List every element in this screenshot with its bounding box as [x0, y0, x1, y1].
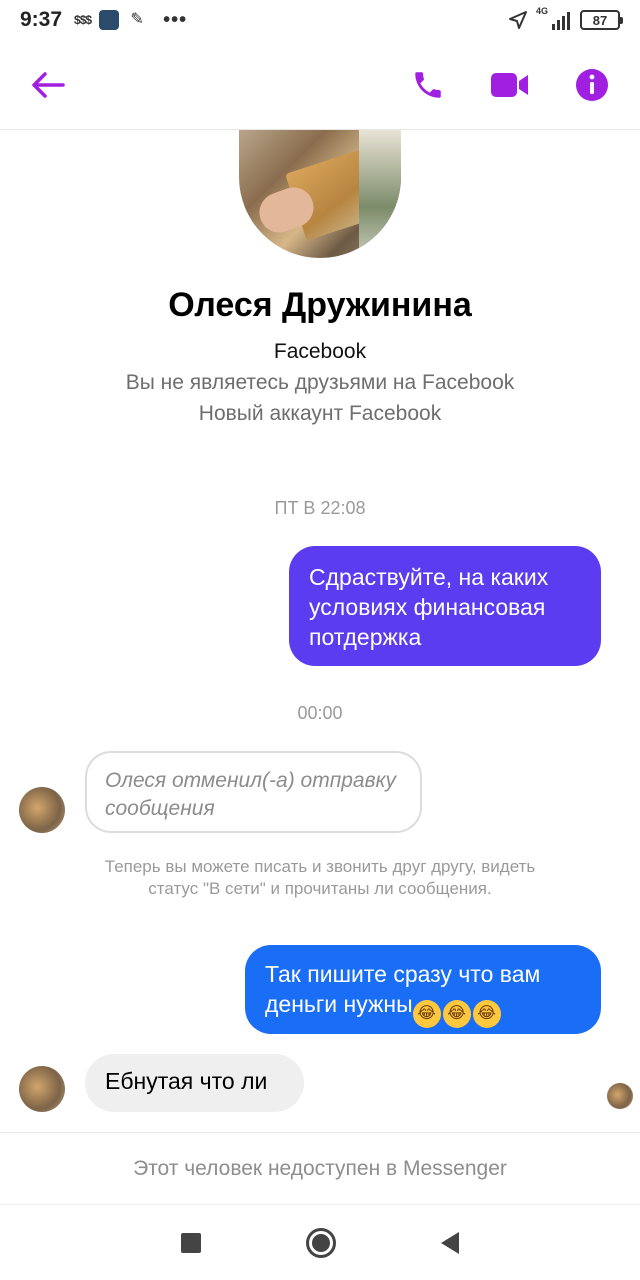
system-note: Теперь вы можете писать и звонить друг д…: [104, 857, 536, 898]
avatar[interactable]: [19, 787, 65, 833]
message-timestamp: 00:00: [297, 703, 343, 723]
back-nav-button[interactable]: [441, 1231, 459, 1254]
message-text: Сдраствуйте, на каких условиях финансова…: [309, 564, 549, 650]
battery-level: 87: [592, 12, 608, 28]
location-arrow-icon: [509, 11, 527, 29]
call-button[interactable]: [408, 65, 448, 105]
status-left-icons: $$$ ✎ •••: [74, 9, 187, 32]
home-button[interactable]: [306, 1227, 336, 1258]
removed-message: Олеся отменил(-а) отправку сообщения: [85, 751, 422, 833]
photo-detail: [359, 130, 401, 258]
profile-friend-status: Вы не являетесь друзьями на Facebook: [125, 371, 515, 394]
avatar[interactable]: [19, 1066, 65, 1112]
more-icon: •••: [163, 8, 188, 31]
header-actions: [408, 65, 612, 105]
status-time: 9:37: [20, 8, 63, 31]
system-nav-bar: [0, 1204, 640, 1280]
app-icon: ✎: [130, 11, 144, 28]
unavailable-notice: Этот человек недоступен в Messenger: [0, 1132, 640, 1204]
info-button[interactable]: [572, 65, 612, 105]
status-bar: 9:37 $$$ ✎ ••• 4G 87: [0, 0, 640, 40]
profile-name: Олеся Дружинина: [168, 286, 472, 324]
signal-icon: 4G: [536, 6, 570, 30]
outgoing-message[interactable]: Так пишите сразу что вам деньги нужны 😂 😂 😂: [245, 945, 601, 1034]
network-label: 4G: [536, 6, 549, 16]
back-arrow-icon: [32, 71, 65, 98]
removed-message-text: Олеся отменил(-а) отправку сообщения: [105, 769, 396, 820]
back-button[interactable]: [28, 65, 68, 105]
read-receipt-avatar: [607, 1083, 633, 1109]
message-timestamp: ПТ В 22:08: [274, 498, 366, 518]
phone-icon: [415, 71, 441, 98]
info-icon: [576, 68, 608, 101]
video-call-button[interactable]: [490, 65, 530, 105]
battery-icon: 87: [580, 10, 623, 30]
message-text: Ебнутая что ли: [105, 1068, 268, 1094]
unavailable-text: Этот человек недоступен в Messenger: [133, 1156, 507, 1180]
laughing-emoji: 😂: [442, 1000, 471, 1028]
status-right: 4G 87: [508, 6, 623, 30]
laughing-emoji: 😂: [412, 1000, 441, 1028]
recents-button[interactable]: [181, 1232, 201, 1253]
dollar-icon: $$$: [74, 13, 92, 27]
outgoing-message[interactable]: Сдраствуйте, на каких условиях финансова…: [289, 546, 601, 666]
chat-header: [0, 40, 640, 130]
profile-source: Facebook: [273, 340, 367, 363]
profile-photo[interactable]: [239, 130, 401, 258]
incoming-message[interactable]: Ебнутая что ли: [85, 1054, 304, 1112]
app-icon: [99, 10, 120, 30]
laughing-emoji: 😂: [472, 1000, 501, 1028]
video-icon: [491, 72, 528, 97]
profile-account-status: Новый аккаунт Facebook: [198, 402, 442, 425]
